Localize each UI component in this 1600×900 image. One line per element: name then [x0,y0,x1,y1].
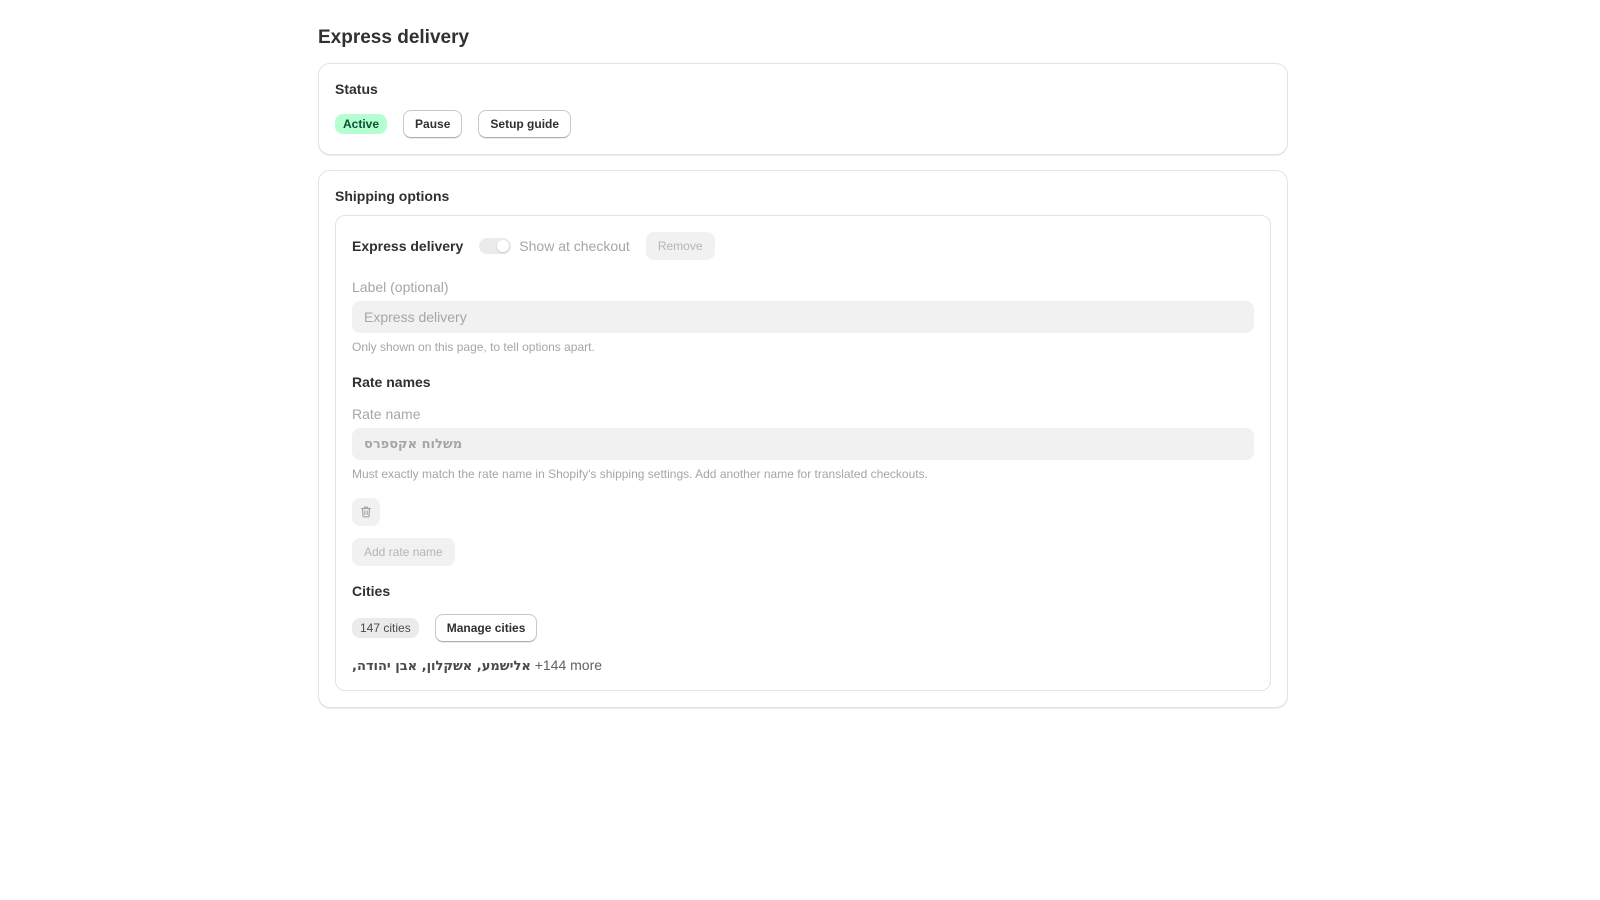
label-input-placeholder: Express delivery [364,309,467,325]
shipping-option-panel: Express delivery Show at checkout Remove… [335,215,1271,691]
manage-cities-button[interactable]: Manage cities [434,614,538,642]
status-badge: Active [335,114,388,134]
shipping-options-card: Shipping options Express delivery Show a… [318,170,1288,708]
remove-button[interactable]: Remove [645,232,715,260]
rate-name-input-placeholder: משלוח אקספרס [364,436,463,452]
status-card: Status Active Pause Setup guide [318,63,1288,155]
label-field-label: Label (optional) [352,279,449,295]
rate-names-title: Rate names [352,374,431,390]
page-title: Express delivery [318,27,470,48]
show-at-checkout-toggle[interactable] [479,238,512,254]
cities-count-badge: 147 cities [352,618,419,638]
trash-icon [360,506,372,518]
delete-rate-name-button[interactable] [352,498,380,526]
toggle-knob [497,240,510,252]
cities-more: +144 more [534,657,603,673]
cities-list: אלישמע, אשקלון, אבן יהודה, +144 more [352,656,1254,674]
option-header: Express delivery Show at checkout Remove [352,232,1254,260]
status-card-title: Status [335,81,378,97]
cities-row: 147 cities Manage cities [352,614,1254,642]
add-rate-name-button[interactable]: Add rate name [352,538,455,566]
pause-button[interactable]: Pause [403,110,463,138]
setup-guide-button[interactable]: Setup guide [478,110,572,138]
rate-name-input[interactable]: משלוח אקספרס [352,428,1254,460]
label-input[interactable]: Express delivery [352,301,1254,333]
rate-name-help-text: Must exactly match the rate name in Shop… [352,467,928,481]
status-row: Active Pause Setup guide [335,110,1271,138]
page: Express delivery Status Active Pause Set… [318,22,1288,708]
show-at-checkout-label: Show at checkout [519,238,630,254]
cities-title: Cities [352,583,391,599]
shipping-options-title: Shipping options [335,188,450,204]
cities-names: אלישמע, אשקלון, אבן יהודה, [352,659,531,674]
rate-name-label: Rate name [352,406,421,422]
option-name: Express delivery [352,238,464,254]
label-help-text: Only shown on this page, to tell options… [352,340,595,354]
